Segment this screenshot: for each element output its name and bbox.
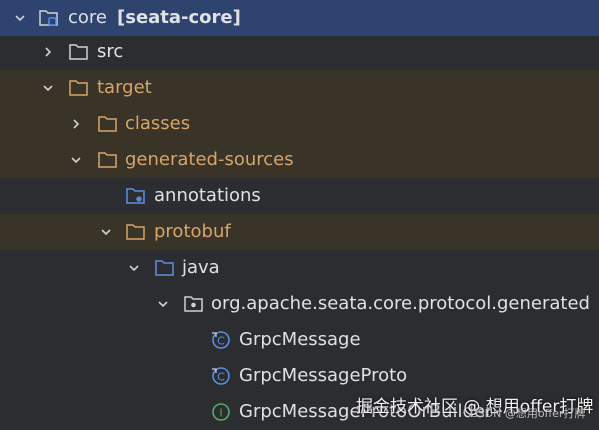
svg-text:C: C	[217, 371, 225, 384]
chevron-down-icon[interactable]	[42, 82, 54, 94]
watermark-sub: CSDN @想用offer打牌	[470, 407, 586, 420]
tree-row-protobuf[interactable]: protobuf	[0, 214, 599, 250]
class-label: GrpcMessage	[239, 329, 361, 350]
chevron-right-icon[interactable]	[70, 118, 82, 130]
tree-row-annotations[interactable]: annotations	[0, 178, 599, 214]
chevron-down-icon[interactable]	[128, 262, 140, 274]
folder-label: annotations	[154, 185, 261, 206]
folder-label: classes	[125, 113, 191, 134]
interface-icon: I	[211, 402, 233, 422]
chevron-down-icon[interactable]	[100, 226, 112, 238]
module-tag: [seata-core]	[117, 7, 241, 28]
module-name: core	[68, 7, 107, 28]
folder-label: src	[97, 41, 124, 62]
chevron-down-icon[interactable]	[14, 12, 26, 24]
tree-row-src[interactable]: src	[0, 34, 599, 70]
folder-label: generated-sources	[125, 149, 294, 170]
module-folder-icon	[38, 8, 60, 28]
folder-label: protobuf	[154, 221, 231, 242]
generated-source-folder-icon	[125, 186, 147, 206]
class-icon: C	[211, 366, 233, 386]
tree-row-java[interactable]: java	[0, 250, 599, 286]
chevron-down-icon[interactable]	[157, 298, 169, 310]
class-icon: C	[211, 330, 233, 350]
class-label: GrpcMessageProto	[239, 365, 408, 386]
folder-excluded-icon	[68, 78, 90, 98]
folder-label: java	[182, 257, 220, 278]
tree-row-generated-sources[interactable]: generated-sources	[0, 142, 599, 178]
tree-row-classes[interactable]: classes	[0, 106, 599, 142]
svg-text:C: C	[217, 335, 225, 348]
chevron-right-icon[interactable]	[42, 46, 54, 58]
source-folder-icon	[154, 258, 176, 278]
project-tree: core [seata-core] src target classes gen…	[0, 0, 599, 426]
folder-excluded-icon	[125, 222, 147, 242]
tree-row-package[interactable]: org.apache.seata.core.protocol.generated	[0, 286, 599, 322]
folder-excluded-icon	[97, 150, 119, 170]
chevron-down-icon[interactable]	[70, 154, 82, 166]
tree-row-class[interactable]: C GrpcMessageProto	[0, 358, 599, 394]
folder-label: target	[97, 77, 152, 98]
svg-text:I: I	[219, 407, 222, 420]
tree-row-core-module[interactable]: core [seata-core]	[0, 0, 599, 36]
tree-row-target[interactable]: target	[0, 70, 599, 106]
folder-excluded-icon	[97, 114, 119, 134]
package-label: org.apache.seata.core.protocol.generated	[211, 293, 590, 314]
folder-icon	[68, 42, 90, 62]
package-icon	[183, 294, 205, 314]
tree-row-class[interactable]: C GrpcMessage	[0, 322, 599, 358]
